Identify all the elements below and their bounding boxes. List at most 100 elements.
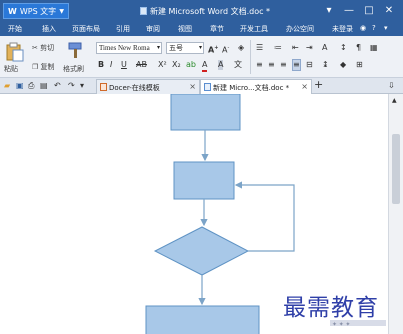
tab-document[interactable]: 新建 Micro...文档.doc * × [200, 79, 312, 94]
bold-icon[interactable]: B [98, 60, 104, 70]
menu-office-space[interactable]: 办公空间 [286, 24, 314, 34]
print-icon[interactable]: ⎙ [28, 81, 34, 91]
redo-icon[interactable]: ↷ [68, 81, 75, 91]
sort-icon[interactable]: ↕ [340, 43, 347, 53]
docer-icon [100, 83, 107, 91]
clear-format-icon[interactable]: ◈ [238, 43, 244, 53]
align-right-icon[interactable]: ≡ [280, 60, 287, 70]
bullet-list-icon[interactable]: ☰ [256, 43, 263, 53]
format-painter-label: 格式刷 [63, 65, 84, 73]
font-name-select[interactable]: Times New Roma ▾ [96, 42, 162, 54]
chinese-layout-icon[interactable]: A [322, 43, 327, 53]
grow-font-icon[interactable]: A+ [208, 43, 218, 56]
numbered-list-icon[interactable]: ≔ [274, 43, 282, 53]
format-painter-button[interactable]: 格式刷 [62, 40, 88, 74]
distributed-icon[interactable]: ⊟ [306, 60, 313, 70]
menu-page-layout[interactable]: 页面布局 [72, 24, 100, 34]
cut-label: 剪切 [40, 44, 55, 52]
superscript-icon[interactable]: X² [158, 60, 167, 70]
chevron-down-icon: ▾ [156, 45, 160, 51]
table-border-icon[interactable]: ▦ [370, 43, 378, 53]
open-folder-icon[interactable]: ▰ [4, 81, 10, 91]
minimize-button[interactable]: — [342, 4, 356, 18]
decision-diamond[interactable] [153, 226, 250, 276]
loop-connector [234, 181, 295, 252]
quick-access-more-icon[interactable]: ▾ [80, 81, 84, 91]
scroll-up-icon[interactable]: ▲ [392, 96, 397, 106]
tab-docer[interactable]: Docer-在线模板 × [96, 79, 200, 94]
skin-icon[interactable]: ◉ [360, 24, 366, 32]
highlight-icon[interactable]: ab [186, 60, 196, 70]
close-icon[interactable]: × [189, 82, 196, 91]
justify-icon[interactable]: ≡ [292, 59, 301, 71]
cut-icon: ✂ [32, 44, 38, 52]
align-center-icon[interactable]: ≡ [268, 60, 275, 70]
menu-insert[interactable]: 插入 [42, 24, 56, 34]
paste-label: 粘贴 [4, 65, 18, 73]
save-icon[interactable]: ▣ [16, 81, 24, 91]
phonetic-guide-icon[interactable]: 文 [234, 60, 242, 70]
format-painter-icon [68, 42, 82, 58]
menu-bar: 开始 插入 页面布局 引用 审阅 视图 章节 开发工具 办公空间 未登录 ◉ ?… [0, 22, 403, 36]
line-spacing-icon[interactable]: ↨ [322, 60, 329, 70]
help-icon[interactable]: ? [372, 24, 376, 32]
copy-button[interactable]: ❐ 复制 [32, 62, 55, 72]
login-status[interactable]: 未登录 [332, 24, 353, 34]
italic-icon[interactable]: I [110, 60, 112, 70]
title-bar: W WPS 文字 ▼ 新建 Microsoft Word 文档.doc * ▾ … [0, 0, 403, 22]
print-preview-icon[interactable]: ▤ [40, 81, 48, 91]
close-icon[interactable]: × [301, 82, 308, 91]
process-box-3[interactable] [145, 305, 260, 334]
ribbon-divider [250, 40, 251, 74]
chevron-down-icon: ▼ [59, 7, 64, 15]
strikethrough-icon[interactable]: AB [136, 60, 147, 70]
more-icon[interactable]: ▾ [384, 24, 388, 32]
document-tab-bar: ▰ ▣ ⎙ ▤ ↶ ↷ ▾ Docer-在线模板 × 新建 Micro...文档… [0, 78, 403, 94]
subscript-icon[interactable]: X₂ [172, 60, 181, 70]
settings-icon[interactable]: ▾ [322, 4, 336, 18]
menu-developer[interactable]: 开发工具 [240, 24, 268, 34]
decrease-indent-icon[interactable]: ⇤ [292, 43, 299, 53]
new-tab-icon[interactable]: + [314, 79, 323, 90]
cut-button[interactable]: ✂ 剪切 [32, 43, 54, 53]
tab-document-label: 新建 Micro...文档.doc * [213, 84, 290, 92]
menu-view[interactable]: 视图 [178, 24, 192, 34]
font-size-value: 五号 [169, 44, 183, 52]
shrink-font-icon[interactable]: A- [222, 43, 229, 56]
borders-icon[interactable]: ⊞ [356, 60, 363, 70]
font-size-select[interactable]: 五号 ▾ [166, 42, 204, 54]
close-button[interactable]: ✕ [382, 4, 396, 18]
scrollbar-thumb[interactable] [392, 134, 400, 204]
wps-logo-icon: W [8, 6, 17, 16]
char-shading-icon[interactable]: A [218, 60, 224, 70]
document-icon [204, 83, 211, 91]
tab-docer-label: Docer-在线模板 [109, 84, 160, 92]
menu-review[interactable]: 审阅 [146, 24, 160, 34]
increase-indent-icon[interactable]: ⇥ [306, 43, 313, 53]
paste-icon [6, 42, 24, 62]
show-marks-icon[interactable]: ¶ [356, 43, 361, 53]
process-box-1[interactable] [170, 94, 241, 131]
font-color-icon[interactable]: A [202, 60, 208, 72]
menu-references[interactable]: 引用 [116, 24, 130, 34]
window-title: 新建 Microsoft Word 文档.doc * [140, 6, 270, 17]
chevron-down-icon: ▾ [198, 44, 202, 51]
watermark-text: 最需教育 [283, 295, 379, 321]
shading-icon[interactable]: ◆ [340, 60, 346, 70]
align-left-icon[interactable]: ≡ [256, 60, 263, 70]
watermark-logo-icon: ✦ ✦ ✦ [330, 320, 386, 328]
wps-menu-button[interactable]: W WPS 文字 ▼ [3, 3, 69, 19]
undo-icon[interactable]: ↶ [54, 81, 61, 91]
svg-text:✦ ✦ ✦: ✦ ✦ ✦ [332, 321, 350, 328]
vertical-scrollbar[interactable]: ▲ [388, 94, 403, 334]
restore-button[interactable]: □ [362, 4, 376, 18]
menu-section[interactable]: 章节 [210, 24, 224, 34]
ribbon-toolbar: 粘贴 ✂ 剪切 ❐ 复制 格式刷 Times New Roma ▾ 五号 ▾ A… [0, 36, 403, 78]
underline-icon[interactable]: U [121, 60, 127, 70]
process-box-2[interactable] [173, 161, 235, 200]
window-title-text: 新建 Microsoft Word 文档.doc * [150, 7, 271, 16]
menu-home[interactable]: 开始 [8, 24, 22, 34]
copy-label: 复制 [40, 63, 55, 71]
paste-button[interactable]: 粘贴 [4, 40, 26, 74]
tab-list-icon[interactable]: ⇩ [388, 81, 395, 91]
